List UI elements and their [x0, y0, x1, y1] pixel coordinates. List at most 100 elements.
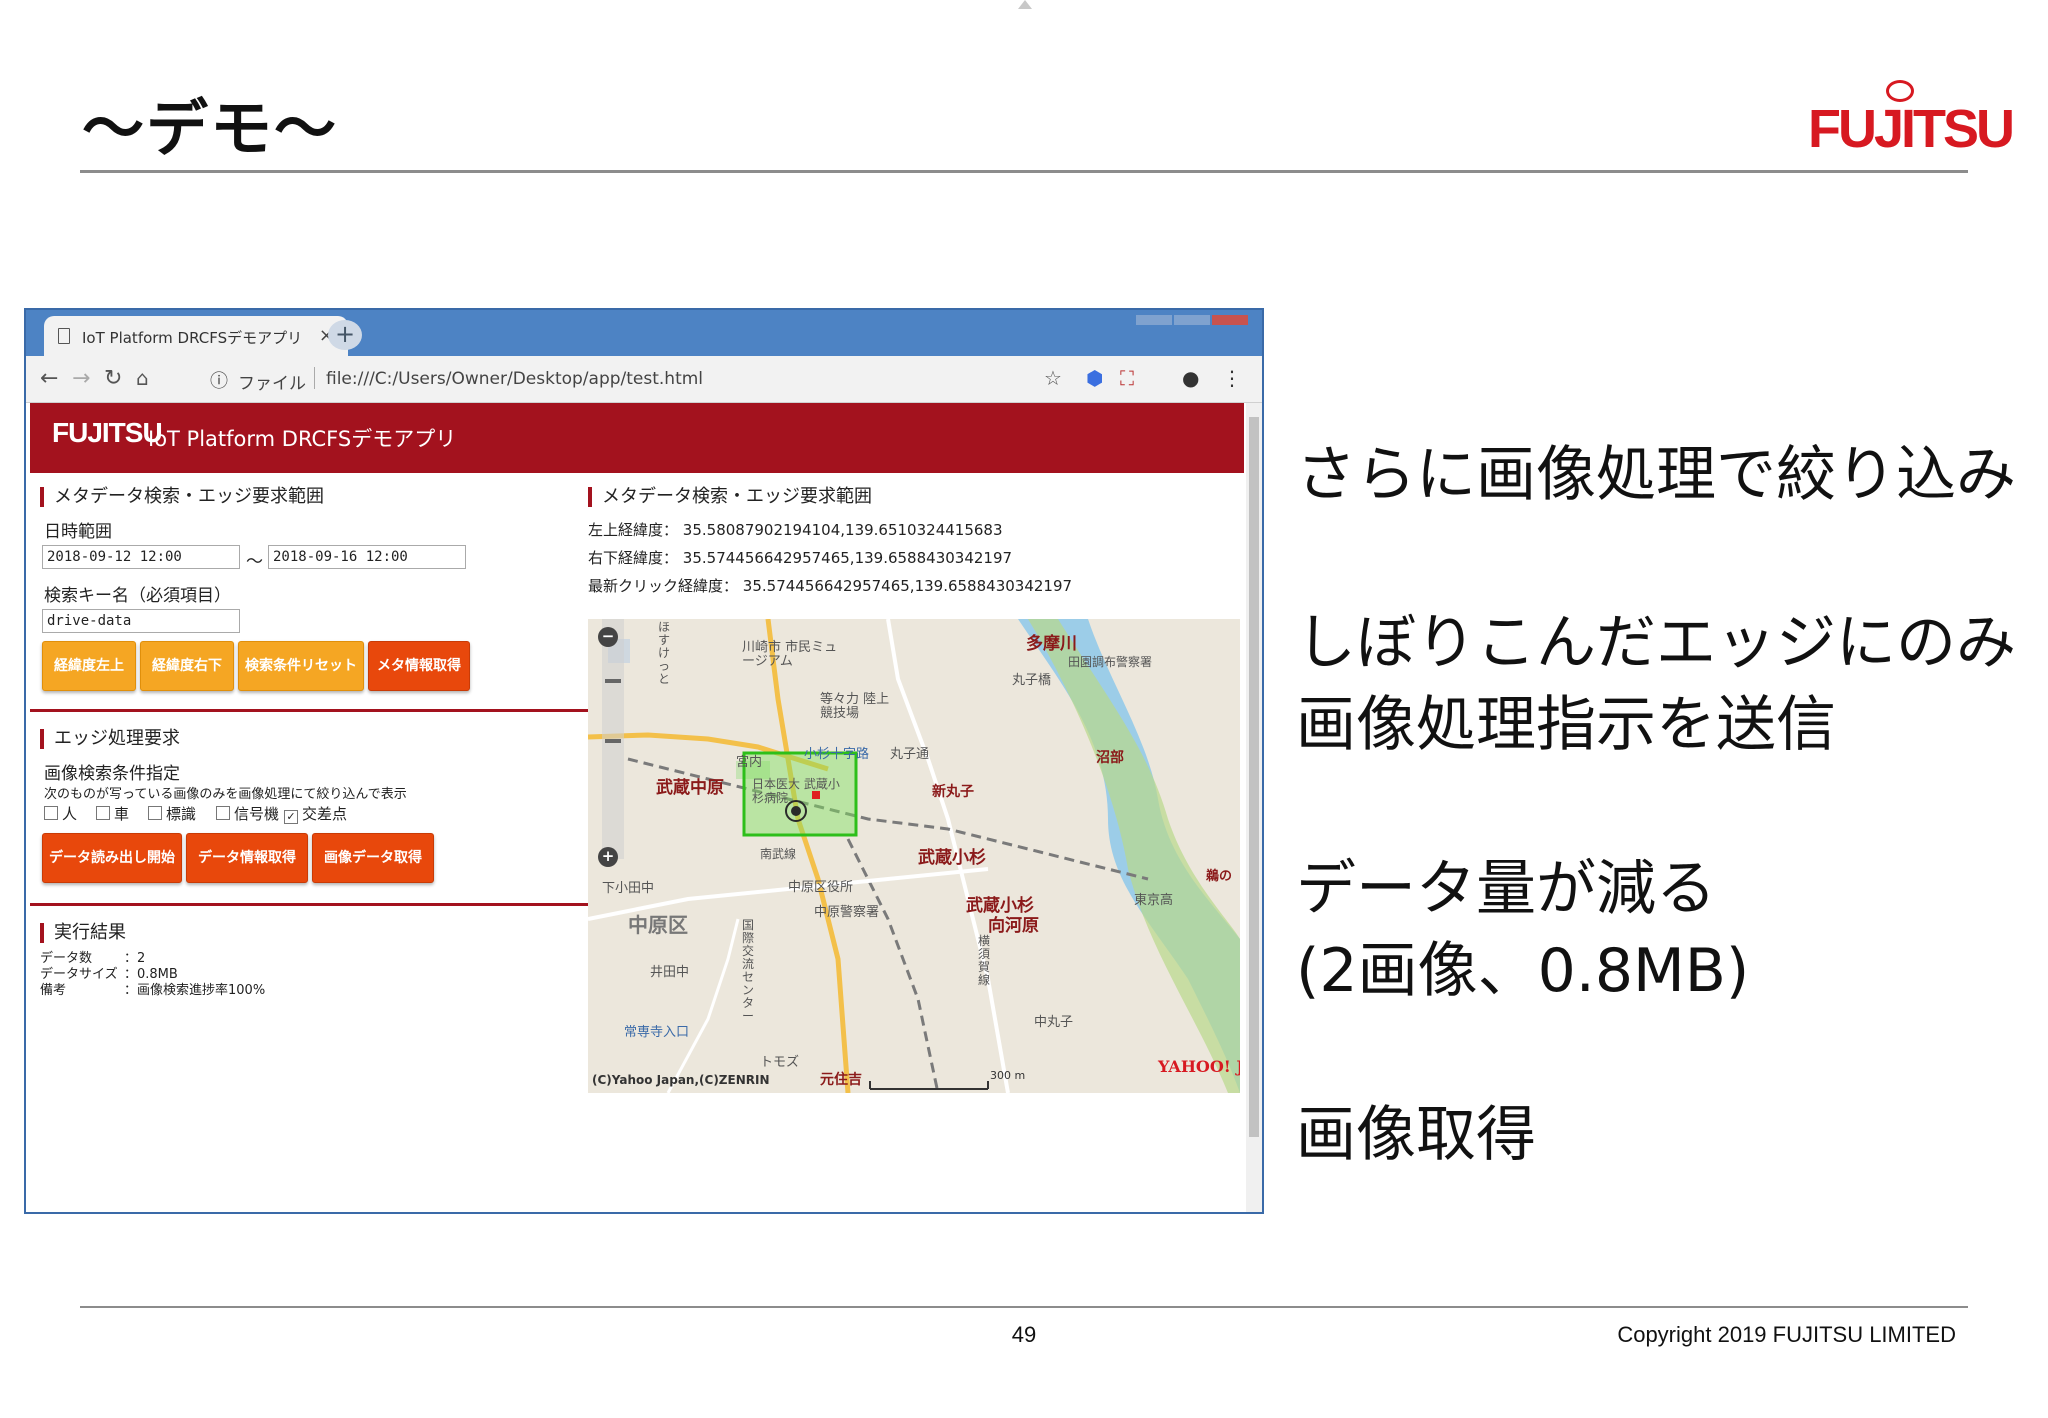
map-label: 沼部	[1096, 750, 1124, 766]
map-label: 東京高	[1134, 893, 1174, 908]
map-label: 川崎市 市民ミュージアム	[742, 640, 838, 669]
reload-icon[interactable]: ↻	[104, 366, 122, 391]
checkbox-sign[interactable]: 標識	[148, 803, 196, 824]
result-row: データ数 ：2	[40, 951, 146, 966]
yahoo-logo: YAHOO! JAPAN	[1158, 1057, 1240, 1076]
minimize-button[interactable]	[1136, 315, 1172, 325]
map-label: 武蔵小杉	[918, 848, 986, 868]
map-label: 中原警察署	[814, 905, 880, 920]
slide-caret	[1018, 0, 1032, 9]
start-read-button[interactable]: データ読み出し開始	[42, 833, 182, 883]
section-divider	[30, 709, 600, 712]
browser-window: IoT Platform DRCFSデモアプリ × + ← → ↻ ⌂ ⓘ ファ…	[24, 308, 1264, 1214]
result-row: データサイズ ：0.8MB	[40, 967, 178, 982]
checkbox-traffic-light[interactable]: 信号機	[216, 803, 279, 824]
reset-search-button[interactable]: 検索条件リセット	[238, 641, 364, 691]
map-label: 武蔵中原	[656, 778, 724, 798]
menu-icon[interactable]: ⋮	[1222, 366, 1242, 390]
map-label: 元住吉	[820, 1072, 862, 1088]
map-label: 丸子橋	[1012, 673, 1052, 688]
edge-section-title: エッジ処理要求	[40, 729, 180, 749]
bullet-edge-only-line1: しぼりこんだエッジにのみ	[1296, 608, 2016, 678]
map-label: 日本医大 武蔵小杉病院	[752, 777, 840, 805]
range-separator: 〜	[246, 552, 263, 572]
latlng-top-left-button[interactable]: 経緯度左上	[42, 641, 136, 691]
map-label: 南武線	[760, 847, 797, 861]
map-scale-label: 300 m	[990, 1069, 1026, 1082]
map-label: 新丸子	[932, 784, 974, 800]
map-label: 国際交流センター	[742, 918, 755, 1023]
checkbox-car[interactable]: 車	[96, 803, 129, 824]
back-icon[interactable]: ←	[40, 366, 58, 391]
get-meta-info-button[interactable]: メタ情報取得	[368, 641, 470, 691]
latlng-bottom-right-button[interactable]: 経緯度右下	[140, 641, 234, 691]
profile-icon[interactable]: ●	[1182, 366, 1199, 390]
map-label: 等々力 陸上競技場	[820, 692, 890, 721]
get-data-info-button[interactable]: データ情報取得	[186, 833, 308, 883]
browser-toolbar: ← → ↻ ⌂ ⓘ ファイル file:///C:/Users/Owner/De…	[26, 356, 1262, 403]
date-to-input[interactable]	[268, 545, 466, 569]
address-bar[interactable]: ⓘ ファイル file:///C:/Users/Owner/Desktop/ap…	[196, 364, 1096, 394]
window-controls	[1136, 310, 1256, 326]
top-left-latlng: 左上経緯度： 35.58087902194104,139.65103244156…	[588, 521, 1003, 539]
bookmark-star-icon[interactable]: ☆	[1044, 366, 1062, 390]
title-divider	[80, 170, 1968, 173]
map[interactable]: − + 多摩川 武蔵中原 新丸子 武蔵小杉 武蔵小杉 向河原 沼部 川崎市 市民…	[588, 619, 1240, 1093]
date-from-input[interactable]	[42, 545, 240, 569]
image-condition-label: 画像検索条件指定	[44, 764, 180, 784]
extension-icon[interactable]: ⬢	[1086, 366, 1103, 390]
map-label: ほすけっと	[658, 620, 671, 686]
document-icon	[58, 328, 70, 344]
last-click-latlng: 最新クリック経緯度： 35.574456642957465,139.658843…	[588, 577, 1073, 595]
browser-tab[interactable]: IoT Platform DRCFSデモアプリ ×	[44, 316, 348, 356]
pdf-extension-icon[interactable]: ⛶	[1120, 366, 1134, 390]
bullet-image-acquisition: 画像取得	[1296, 1100, 1536, 1170]
map-attribution: (C)Yahoo Japan,(C)ZENRIN	[592, 1073, 770, 1087]
zoom-in-button[interactable]: +	[598, 847, 618, 867]
map-label: 小杉十字路	[804, 747, 870, 762]
result-list: データ数 ：2 データサイズ ：0.8MB 備考 ：画像検索進捗率100%	[40, 951, 265, 999]
datetime-label: 日時範囲	[44, 522, 112, 542]
map-label: 多摩川	[1026, 634, 1077, 654]
range-section-title: メタデータ検索・エッジ要求範囲	[588, 487, 872, 507]
copyright: Copyright 2019 FUJITSU LIMITED	[1617, 1322, 1956, 1347]
map-label: 中丸子	[1034, 1015, 1074, 1030]
app-header: FUJITSU IoT Platform DRCFSデモアプリ	[30, 403, 1244, 473]
map-label: 中原区役所	[788, 880, 854, 895]
tab-bar: IoT Platform DRCFSデモアプリ × +	[26, 310, 1262, 356]
new-tab-button[interactable]: +	[328, 320, 362, 350]
map-label: 宮内	[736, 755, 763, 770]
home-icon[interactable]: ⌂	[136, 366, 149, 390]
get-image-data-button[interactable]: 画像データ取得	[312, 833, 434, 883]
map-label: 下小田中	[602, 881, 655, 896]
forward-icon[interactable]: →	[72, 366, 90, 391]
bullet-edge-only-line2: 画像処理指示を送信	[1296, 690, 1836, 760]
close-window-button[interactable]	[1212, 315, 1248, 325]
app-name: IoT Platform DRCFSデモアプリ	[148, 427, 457, 451]
bullet-data-reduced-line1: データ量が減る	[1296, 854, 1716, 924]
search-key-label: 検索キー名（必須項目）	[44, 586, 231, 606]
fujitsu-logo: FUJITSU	[1808, 80, 2015, 160]
map-label: 横須賀線	[978, 934, 991, 987]
checkbox-person[interactable]: 人	[44, 803, 77, 824]
section-divider	[30, 903, 600, 906]
map-label: 丸子通	[890, 747, 930, 762]
search-key-input[interactable]	[42, 609, 240, 633]
map-label: 向河原	[988, 916, 1039, 936]
scrollbar-thumb[interactable]	[1249, 417, 1259, 1137]
checkbox-intersection[interactable]: ✓ 交差点	[284, 803, 347, 824]
tab-title: IoT Platform DRCFSデモアプリ	[82, 329, 303, 347]
maximize-button[interactable]	[1174, 315, 1210, 325]
slide-title: 〜デモ〜	[82, 92, 339, 165]
info-icon: ⓘ	[210, 371, 228, 392]
page-scrollbar[interactable]	[1246, 403, 1262, 1212]
map-label: 井田中	[650, 965, 690, 980]
image-condition-hint: 次のものが写っている画像のみを画像処理にて絞り込んで表示	[44, 787, 407, 802]
map-label: 田園調布警察署	[1068, 655, 1153, 669]
map-label: トモズ	[760, 1055, 800, 1070]
result-section-title: 実行結果	[40, 923, 126, 943]
result-row: 備考 ：画像検索進捗率100%	[40, 983, 266, 998]
zoom-out-button[interactable]: −	[598, 627, 618, 647]
url-text: file:///C:/Users/Owner/Desktop/app/test.…	[326, 369, 704, 389]
map-label: 中原区	[628, 913, 688, 937]
